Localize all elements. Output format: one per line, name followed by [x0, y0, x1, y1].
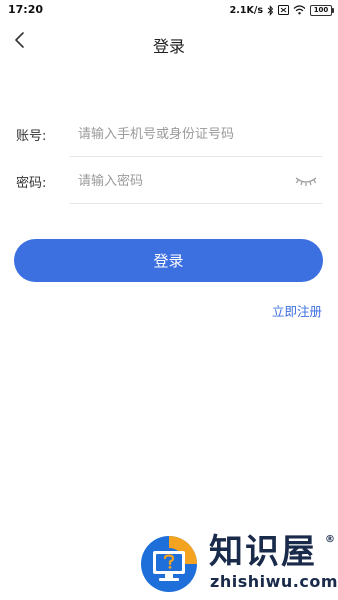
- password-label: 密码:: [16, 176, 47, 191]
- nav-bar: 登录: [0, 22, 338, 66]
- page-title: 登录: [152, 37, 185, 56]
- account-input[interactable]: [70, 111, 288, 157]
- sim-off-icon: [278, 5, 289, 15]
- watermark-brand-cn: 知识屋: [209, 532, 317, 572]
- password-input[interactable]: [70, 158, 288, 204]
- account-divider: [70, 156, 322, 157]
- watermark-logo-icon: [139, 534, 199, 594]
- watermark: 知识屋 ® zhishiwu.com: [135, 528, 338, 596]
- battery-icon: 100: [310, 4, 334, 16]
- network-speed: 2.1K/s: [229, 4, 263, 16]
- account-row: 账号:: [0, 111, 338, 157]
- password-row: 密码:: [0, 158, 338, 204]
- status-indicators: 2.1K/s 100: [229, 3, 334, 17]
- status-bar: 17:20 2.1K/s 100: [0, 0, 338, 22]
- login-screen: 17:20 2.1K/s 100 登录 账号: 请输入手机号或身份证号码 密码:…: [0, 0, 338, 600]
- account-label: 账号:: [16, 129, 47, 144]
- login-button[interactable]: 登录: [14, 239, 323, 282]
- status-time: 17:20: [8, 3, 44, 16]
- watermark-brand-en: zhishiwu.com: [210, 572, 338, 591]
- bluetooth-icon: [267, 4, 274, 16]
- register-link[interactable]: 立即注册: [272, 301, 322, 320]
- wifi-icon: [293, 5, 306, 15]
- watermark-registered-mark: ®: [325, 534, 335, 545]
- password-divider: [70, 203, 322, 204]
- eye-closed-icon: [295, 172, 317, 191]
- password-visibility-toggle[interactable]: [294, 172, 318, 190]
